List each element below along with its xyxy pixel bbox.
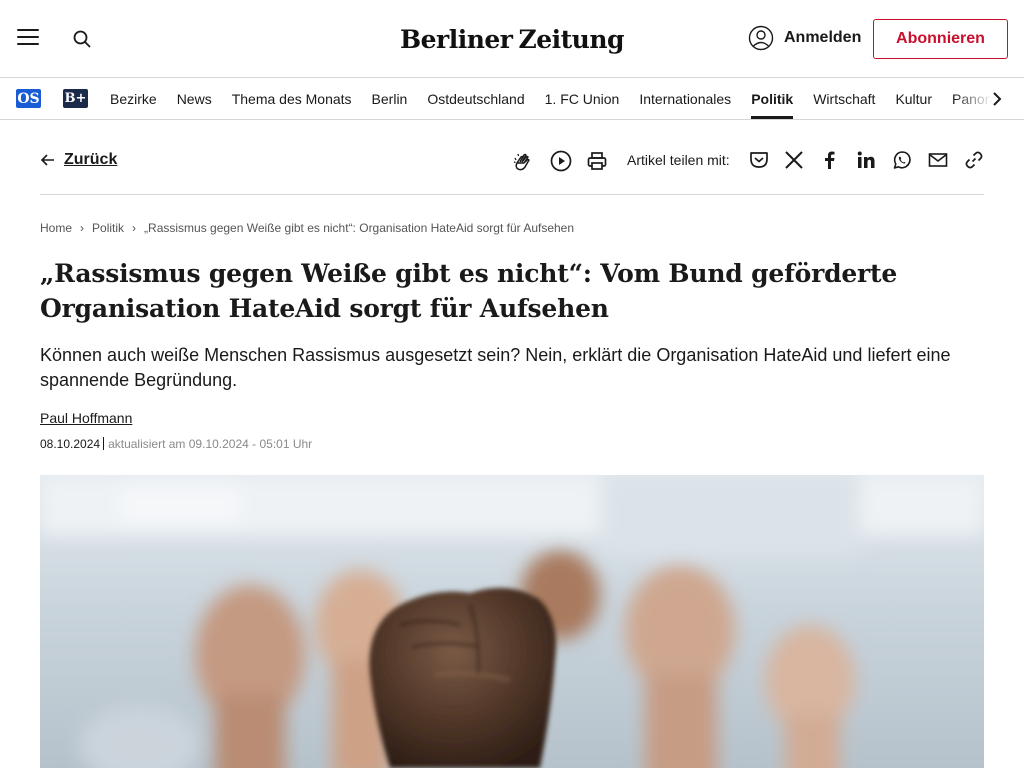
breadcrumb: Home › Politik › „Rassismus gegen Weiße … (40, 221, 574, 235)
nav-item-politik[interactable]: Politik (751, 79, 794, 119)
author-link[interactable]: Paul Hoffmann (40, 410, 132, 426)
share-label: Artikel teilen mit: (627, 152, 730, 168)
updated-date: aktualisiert am 09.10.2024 - 05:01 Uhr (108, 437, 313, 451)
pocket-icon[interactable] (748, 149, 770, 171)
nav-item-thema-des-monats[interactable]: Thema des Monats (232, 79, 352, 119)
article-headline: „Rassismus gegen Weiße gibt es nicht“: V… (40, 259, 898, 323)
site-logo[interactable]: Berliner Zeitung (400, 18, 625, 60)
nav-item-news[interactable]: News (177, 79, 212, 119)
section-nav: OS B+ Bezirke News Thema des Monats Berlin O… (0, 79, 1024, 120)
chevron-right-icon: › (132, 221, 137, 235)
linkedin-icon[interactable] (855, 149, 877, 171)
toolbar-divider (40, 194, 984, 195)
play-icon[interactable] (550, 150, 572, 172)
article-hero-image (40, 475, 984, 768)
link-icon[interactable] (963, 149, 985, 171)
chevron-right-icon[interactable] (990, 91, 1004, 107)
site-header: Berliner Zeitung Anmelden Abonnieren (0, 0, 1024, 78)
logo-text-left: Berliner (400, 24, 513, 54)
back-link[interactable]: Zurück (40, 151, 117, 169)
whatsapp-icon[interactable] (891, 149, 913, 171)
article-dates: 08.10.2024 aktualisiert am 09.10.2024 - 0… (40, 437, 312, 451)
login-button[interactable]: Anmelden (748, 25, 861, 51)
search-icon[interactable] (72, 29, 92, 49)
back-label: Zurück (64, 151, 118, 168)
nav-items: Bezirke News Thema des Monats Berlin Ostdeut… (110, 79, 1017, 119)
date-separator (103, 437, 105, 450)
menu-icon[interactable] (17, 29, 39, 47)
x-icon[interactable] (783, 149, 805, 171)
nav-item-bezirke[interactable]: Bezirke (110, 79, 157, 119)
nav-item-wirtschaft[interactable]: Wirtschaft (813, 79, 875, 119)
facebook-icon[interactable] (818, 149, 840, 171)
os-badge-link[interactable]: OS (16, 89, 41, 108)
breadcrumb-home[interactable]: Home (40, 221, 72, 235)
chevron-right-icon: › (80, 221, 85, 235)
nav-item-internationales[interactable]: Internationales (639, 79, 731, 119)
user-icon (748, 25, 774, 51)
mail-icon[interactable] (927, 149, 949, 171)
nav-fade (954, 79, 1024, 119)
nav-item-berlin[interactable]: Berlin (372, 79, 408, 119)
breadcrumb-current: „Rassismus gegen Weiße gibt es nicht“: O… (144, 221, 575, 235)
arrow-left-icon (40, 154, 54, 166)
print-icon[interactable] (586, 150, 608, 172)
nav-item-ostdeutschland[interactable]: Ostdeutschland (427, 79, 524, 119)
bplus-badge-link[interactable]: B+ (63, 89, 88, 108)
nav-item-1-fc-union[interactable]: 1. FC Union (545, 79, 620, 119)
clap-icon[interactable] (512, 151, 534, 173)
article-teaser: Können auch weiße Menschen Rassismus aus… (40, 345, 951, 390)
login-label: Anmelden (784, 29, 862, 46)
subscribe-button[interactable]: Abonnieren (873, 19, 1008, 59)
published-date: 08.10.2024 (40, 437, 101, 451)
logo-text-right: Zeitung (518, 24, 625, 54)
raised-fists-image (40, 475, 984, 768)
nav-item-kultur[interactable]: Kultur (895, 79, 932, 119)
breadcrumb-politik[interactable]: Politik (92, 221, 124, 235)
